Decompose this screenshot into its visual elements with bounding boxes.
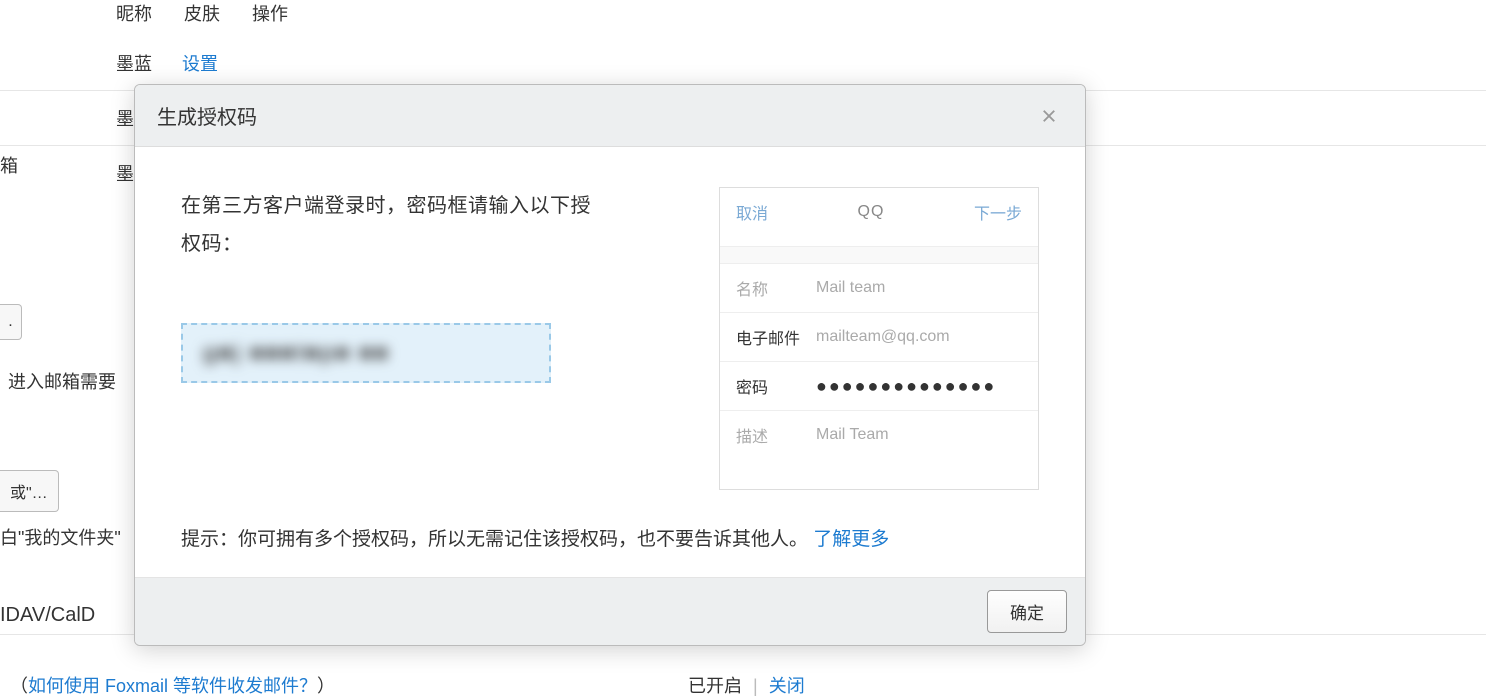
phone-password-label: 密码 <box>736 374 816 398</box>
bg-row1-skin: 墨蓝 <box>116 50 152 76</box>
phone-spacer <box>720 246 1038 264</box>
modal-header: 生成授权码 <box>135 85 1085 147</box>
phone-title: QQ <box>858 203 885 221</box>
phone-row-email: 电子邮件 mailteam@qq.com <box>720 313 1038 362</box>
bg-header-skin: 皮肤 <box>184 0 220 26</box>
bg-status-enabled: 已开启 <box>688 676 742 696</box>
bg-trunc-box: 箱 <box>0 152 18 178</box>
tip-text: 提示：你可拥有多个授权码，所以无需记住该授权码，也不要告诉其他人。 <box>181 529 808 550</box>
bg-foxmail-suffix: ） <box>317 676 335 696</box>
auth-code-value: g■j ■■■t■p■ ■■ <box>203 340 390 366</box>
modal-body: 在第三方客户端登录时，密码框请输入以下授权码： g■j ■■■t■p■ ■■ 取… <box>135 147 1085 524</box>
bg-row2-prefix: 墨 <box>116 105 134 131</box>
phone-password-value: ●●●●●●●●●●●●●● <box>816 376 1022 397</box>
bg-status-close-link[interactable]: 关闭 <box>769 676 805 696</box>
bg-header-nickname: 昵称 <box>116 0 152 26</box>
example-phone-panel: 取消 QQ 下一步 名称 Mail team 电子邮件 mailteam@qq.… <box>719 187 1039 490</box>
phone-email-value: mailteam@qq.com <box>816 328 1022 346</box>
phone-next-button: 下一步 <box>974 200 1022 224</box>
auth-code-box[interactable]: g■j ■■■t■p■ ■■ <box>181 323 551 383</box>
bg-truncated-button-1[interactable]: . <box>0 304 22 340</box>
ok-button[interactable]: 确定 <box>987 590 1067 633</box>
close-icon[interactable] <box>1035 102 1063 130</box>
phone-email-label: 电子邮件 <box>736 325 816 349</box>
phone-row-description: 描述 Mail Team <box>720 411 1038 459</box>
modal-left-column: 在第三方客户端登录时，密码框请输入以下授权码： g■j ■■■t■p■ ■■ <box>181 187 679 383</box>
bg-status-divider: | <box>753 676 758 696</box>
bg-foxmail-link[interactable]: 如何使用 Foxmail 等软件收发邮件？ <box>28 676 317 696</box>
tip-row: 提示：你可拥有多个授权码，所以无需记住该授权码，也不要告诉其他人。 了解更多 <box>135 524 1085 577</box>
auth-code-modal: 生成授权码 在第三方客户端登录时，密码框请输入以下授权码： g■j ■■■t■p… <box>134 84 1086 646</box>
learn-more-link[interactable]: 了解更多 <box>813 529 889 550</box>
phone-header: 取消 QQ 下一步 <box>720 188 1038 236</box>
bg-header-action: 操作 <box>252 0 288 26</box>
bg-myfolder-text: 白"我的文件夹" <box>0 524 121 550</box>
phone-cancel-button: 取消 <box>736 200 768 224</box>
phone-desc-label: 描述 <box>736 423 816 447</box>
bg-row1-settings-link[interactable]: 设置 <box>182 50 218 76</box>
bg-table-header: 昵称 皮肤 操作 <box>0 0 1486 36</box>
phone-row-name: 名称 Mail team <box>720 264 1038 313</box>
phone-desc-value: Mail Team <box>816 426 1022 444</box>
phone-form: 名称 Mail team 电子邮件 mailteam@qq.com 密码 ●●●… <box>720 236 1038 489</box>
phone-row-password: 密码 ●●●●●●●●●●●●●● <box>720 362 1038 411</box>
bg-dav-text: IDAV/CalD <box>0 604 95 627</box>
bg-foxmail-help: （如何使用 Foxmail 等软件收发邮件？） <box>10 672 335 698</box>
bg-row-1: 墨蓝 设置 <box>0 36 1486 91</box>
phone-name-value: Mail team <box>816 279 1022 297</box>
bg-row3-prefix: 墨 <box>116 160 134 186</box>
phone-name-label: 名称 <box>736 276 816 300</box>
bg-foxmail-prefix: （ <box>10 676 28 696</box>
modal-title: 生成授权码 <box>157 101 257 130</box>
bg-status: 已开启 | 关闭 <box>688 672 805 698</box>
instruction-text: 在第三方客户端登录时，密码框请输入以下授权码： <box>181 187 601 263</box>
modal-footer: 确定 <box>135 577 1085 645</box>
bg-truncated-button-2[interactable]: 或"… <box>0 470 59 512</box>
bg-enter-mailbox-text: 进入邮箱需要 <box>8 368 116 394</box>
